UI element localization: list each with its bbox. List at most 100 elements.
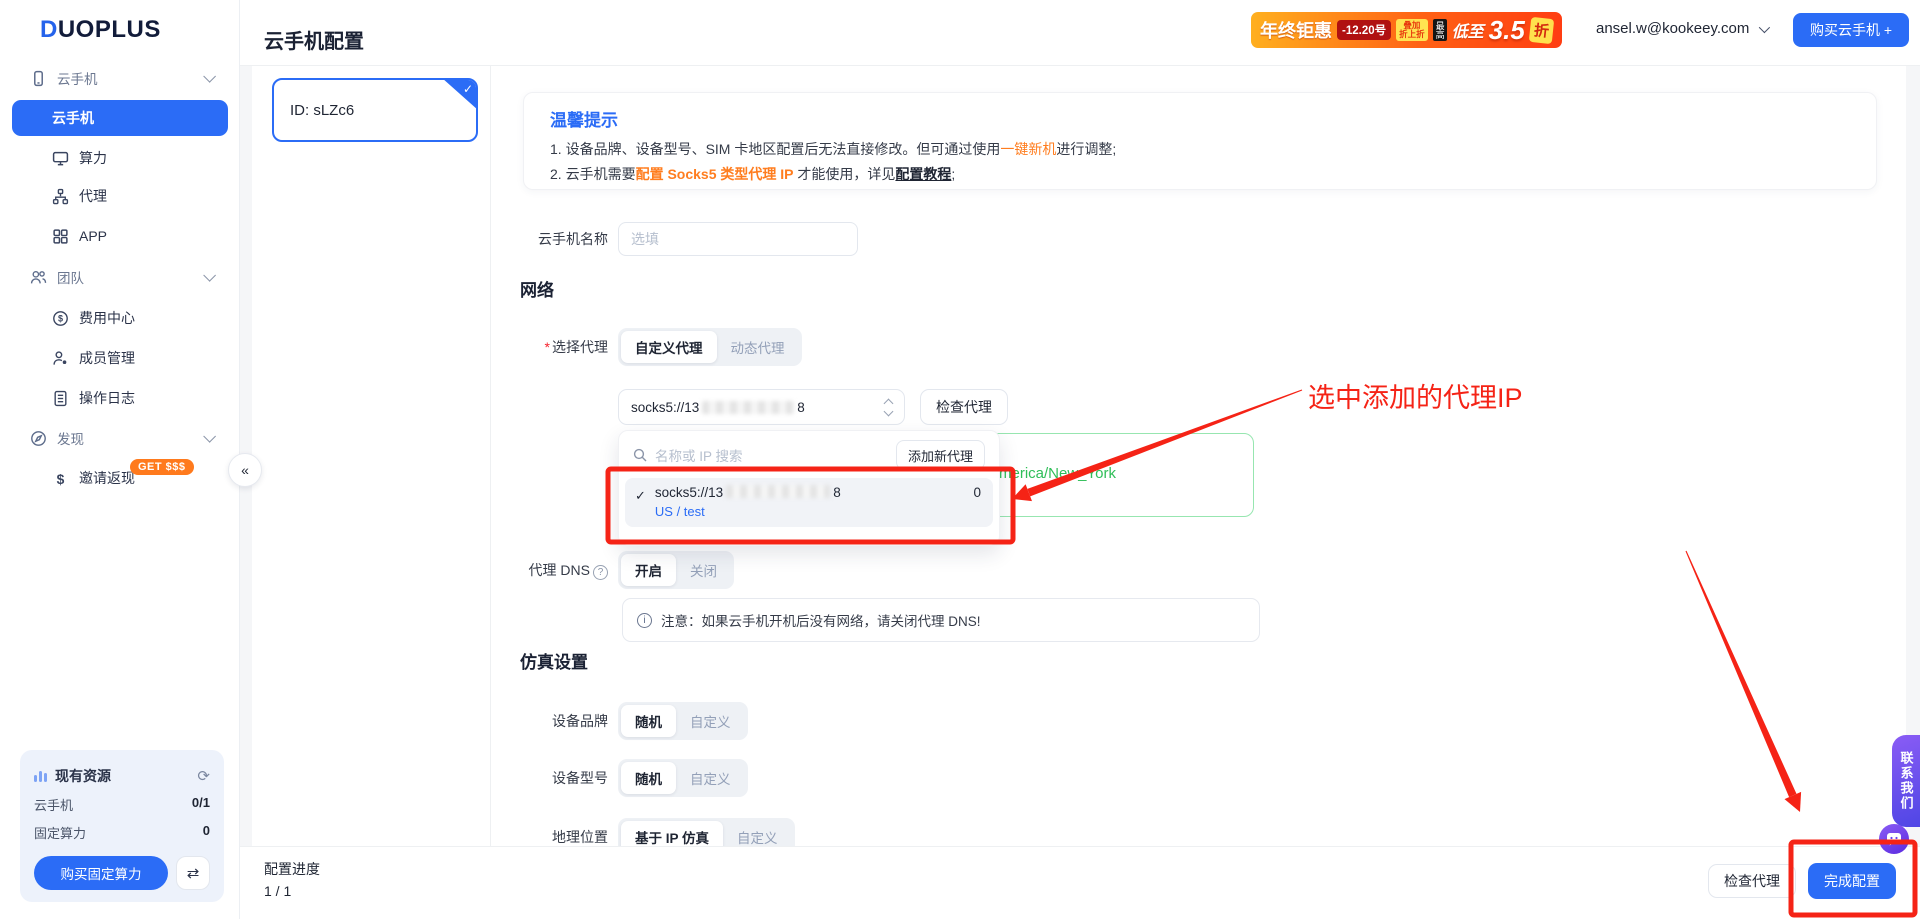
resources-title: 现有资源 <box>55 766 197 786</box>
resource-value: 0 <box>203 823 210 842</box>
promo-max-badge: 最高 <box>1433 19 1447 41</box>
check-proxy-button[interactable]: 检查代理 <box>920 389 1008 425</box>
app-root: DUOPLUS 云手机 云手机 算力 代理 APP 团队 <box>0 0 1920 919</box>
sidebar-collapse-button[interactable]: « <box>228 453 262 487</box>
proxy-timezone: America/New_York <box>989 465 1116 482</box>
sidebar-item-cloudphone[interactable]: 云手机 <box>12 100 228 136</box>
proxy-select[interactable]: socks5://138 <box>618 389 905 425</box>
sidebar-group-team[interactable]: 团队 <box>0 257 240 297</box>
redacted-text <box>702 401 794 414</box>
buy-cloudphone-button[interactable]: 购买云手机 + <box>1793 13 1909 47</box>
model-row: 设备型号 随机 自定义 <box>518 759 748 797</box>
brand-row: 设备品牌 随机 自定义 <box>518 702 748 740</box>
chat-bubble-icon[interactable] <box>1879 824 1909 854</box>
proxy-option-count: 0 <box>973 485 981 500</box>
tab-custom-proxy[interactable]: 自定义代理 <box>621 331 717 363</box>
resource-label: 固定算力 <box>34 823 86 842</box>
tutorial-link[interactable]: 配置教程 <box>895 166 951 182</box>
sidebar-item-label: 云手机 <box>52 108 94 128</box>
refresh-icon[interactable]: ⟳ <box>197 767 210 785</box>
duoplus-logo: DUOPLUS <box>40 16 161 44</box>
device-id: ID: sLZc6 <box>290 102 354 119</box>
dns-notice-text: 注意：如果云手机开机后没有网络，请关闭代理 DNS! <box>661 610 981 630</box>
footer-bar: 配置进度 1 / 1 检查代理 完成配置 <box>240 846 1920 919</box>
sidebar-item-members[interactable]: 成员管理 <box>0 338 240 378</box>
panel-divider <box>490 66 491 846</box>
brand-label: 设备品牌 <box>518 711 608 731</box>
sidebar-item-label: APP <box>79 228 107 244</box>
dns-notice: i 注意：如果云手机开机后没有网络，请关闭代理 DNS! <box>622 598 1260 642</box>
progress-label: 配置进度 <box>264 859 320 879</box>
progress-value: 1 / 1 <box>264 883 291 899</box>
select-chevrons-icon <box>885 400 892 415</box>
name-label: 云手机名称 <box>518 229 608 249</box>
sidebar-group-cloudphone[interactable]: 云手机 <box>0 58 240 98</box>
sidebar-item-label: 算力 <box>79 148 107 168</box>
promo-date-badge: -12.20号 <box>1337 20 1391 40</box>
model-label: 设备型号 <box>518 768 608 788</box>
proxy-option-selected[interactable]: ✓ socks5://1380 US / test <box>625 478 993 527</box>
sidebar-item-logs[interactable]: 操作日志 <box>0 378 240 418</box>
topbar: 云手机配置 年终钜惠 -12.20号 叠加折上折 最高 低至 3.5 折 ans… <box>240 0 1920 66</box>
sidebar-item-label: 代理 <box>79 186 107 206</box>
resource-value: 0/1 <box>192 795 210 814</box>
dollar-icon: $ <box>52 470 69 487</box>
proxy-dropdown: 名称或 IP 搜索 添加新代理 ✓ socks5://1380 US / tes… <box>618 430 1000 546</box>
chevron-down-icon <box>203 269 216 282</box>
sidebar-group-discover[interactable]: 发现 <box>0 418 240 458</box>
tab-dns-off[interactable]: 关闭 <box>676 554 731 586</box>
tips-line-1: 1. 设备品牌、设备型号、SIM 卡地区配置后无法直接修改。但可通过使用一键新机… <box>550 137 1850 162</box>
tab-model-random[interactable]: 随机 <box>621 762 676 794</box>
sidebar-item-billing[interactable]: $ 费用中心 <box>0 298 240 338</box>
required-mark: * <box>545 339 550 355</box>
contact-us-tab[interactable]: 联系我们 <box>1892 735 1920 827</box>
tab-model-custom[interactable]: 自定义 <box>676 762 745 794</box>
tips-title: 温馨提示 <box>550 106 1850 131</box>
help-icon[interactable]: ? <box>593 565 608 580</box>
chevron-down-icon <box>203 70 216 83</box>
device-card[interactable]: ID: sLZc6 ✓ <box>272 78 478 142</box>
search-icon <box>633 448 647 462</box>
dollar-circle-icon: $ <box>52 310 69 327</box>
proxy-label: *选择代理 <box>518 337 608 357</box>
promo-main-text: 年终钜惠 <box>1260 17 1332 43</box>
sidebar-item-computing[interactable]: 算力 <box>0 138 240 178</box>
sidebar-item-label: 操作日志 <box>79 388 135 408</box>
referral-badge: GET $$$ <box>130 459 194 475</box>
sidebar-item-label: 费用中心 <box>79 308 135 328</box>
new-machine-link[interactable]: 一键新机 <box>1000 141 1056 157</box>
tips-line-2: 2. 云手机需要配置 Socks5 类型代理 IP 才能使用，详见配置教程; <box>550 162 1850 187</box>
monitor-icon <box>52 150 69 167</box>
proxy-option-content: socks5://1380 US / test <box>655 485 981 519</box>
phone-icon <box>30 70 47 87</box>
tab-brand-random[interactable]: 随机 <box>621 705 676 737</box>
tab-brand-custom[interactable]: 自定义 <box>676 705 745 737</box>
device-name-input[interactable] <box>618 222 858 256</box>
sidebar-item-referral[interactable]: $ 邀请返现 <box>0 458 240 498</box>
tab-dns-on[interactable]: 开启 <box>621 554 676 586</box>
member-icon <box>52 350 69 367</box>
resource-row-computing: 固定算力 0 <box>34 823 210 842</box>
add-proxy-button[interactable]: 添加新代理 <box>896 440 985 470</box>
dns-tabs: 开启 关闭 <box>618 551 734 589</box>
finish-config-button[interactable]: 完成配置 <box>1808 863 1896 899</box>
sidebar-group-label: 发现 <box>57 428 84 448</box>
swap-icon[interactable]: ⇄ <box>176 856 210 890</box>
footer-check-proxy-button[interactable]: 检查代理 <box>1708 864 1796 898</box>
compass-icon <box>30 430 47 447</box>
promo-banner[interactable]: 年终钜惠 -12.20号 叠加折上折 最高 低至 3.5 折 <box>1251 12 1562 48</box>
resource-label: 云手机 <box>34 795 73 814</box>
network-section-title: 网络 <box>520 276 554 301</box>
redacted-text <box>726 485 830 498</box>
sidebar-item-proxy[interactable]: 代理 <box>0 176 240 216</box>
sidebar-item-app[interactable]: APP <box>0 216 240 256</box>
sidebar-item-label: 成员管理 <box>79 348 135 368</box>
buy-computing-button[interactable]: 购买固定算力 <box>34 856 168 890</box>
promo-low-text: 低至 <box>1452 18 1484 42</box>
model-tabs: 随机 自定义 <box>618 759 748 797</box>
proxy-search-input[interactable]: 名称或 IP 搜索 <box>655 445 896 465</box>
team-icon <box>30 269 47 286</box>
tab-dynamic-proxy[interactable]: 动态代理 <box>717 331 799 363</box>
account-menu[interactable]: ansel.w@kookeey.com <box>1596 20 1767 37</box>
check-icon: ✓ <box>635 488 646 519</box>
